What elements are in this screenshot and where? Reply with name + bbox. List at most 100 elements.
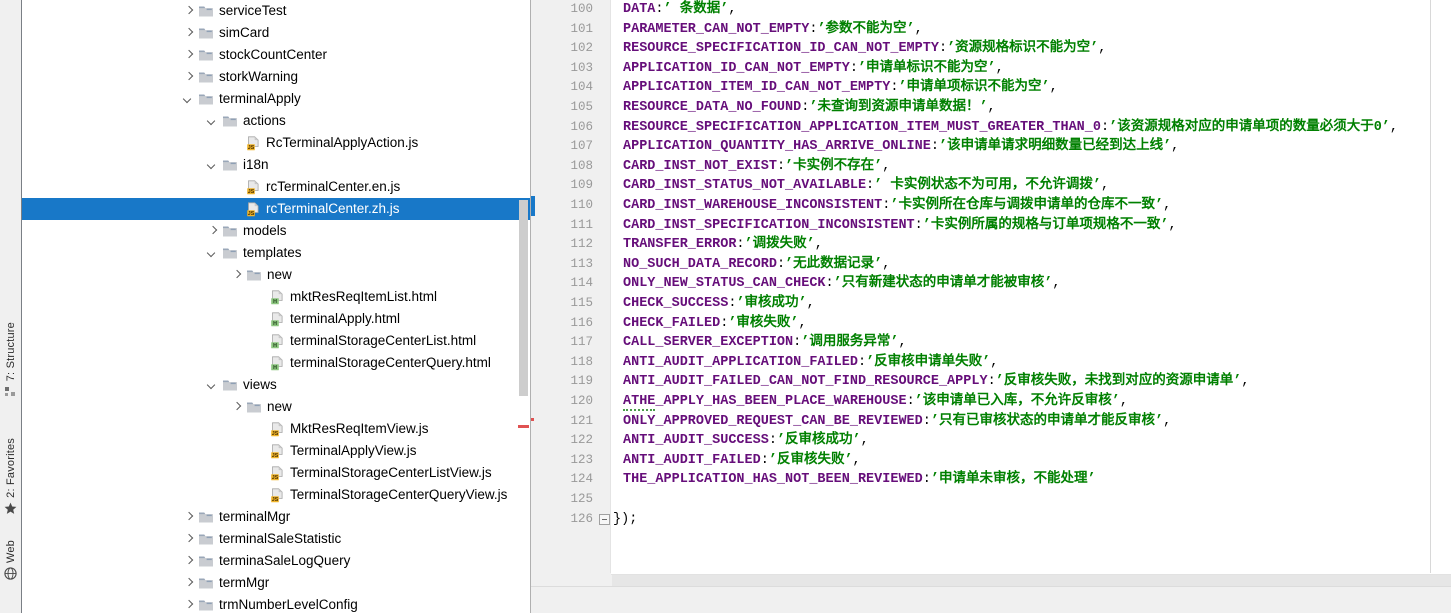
editor-line[interactable]: 102 RESOURCE_SPECIFICATION_ID_CAN_NOT_EMP…	[531, 39, 1451, 59]
line-number: 103	[570, 60, 593, 75]
chevron-down-icon[interactable]	[206, 114, 220, 128]
editor-line[interactable]: 100 DATA:’ 条数据’,	[531, 0, 1451, 20]
tree-row[interactable]: new	[22, 396, 531, 418]
line-number: 110	[570, 198, 593, 212]
tree-row[interactable]: templates	[22, 242, 531, 264]
tree-row[interactable]: storkWarning	[22, 66, 531, 88]
editor-line[interactable]: 108 CARD_INST_NOT_EXIST:’卡实例不存在’,	[531, 157, 1451, 177]
tree-row[interactable]: stockCountCenter	[22, 44, 531, 66]
editor-line[interactable]: 110 CARD_INST_WAREHOUSE_INCONSISTENT:’卡实例…	[531, 196, 1451, 216]
editor-line[interactable]: 123 ANTI_AUDIT_FAILED:’反审核失败’,	[531, 451, 1451, 471]
editor-line[interactable]: 101 PARAMETER_CAN_NOT_EMPTY:’参数不能为空’,	[531, 20, 1451, 40]
tree-row[interactable]: HterminalApply.html	[22, 308, 531, 330]
tree-row[interactable]: actions	[22, 110, 531, 132]
tree-row[interactable]: termMgr	[22, 572, 531, 594]
chevron-right-icon[interactable]	[182, 48, 196, 62]
chevron-right-icon[interactable]	[182, 532, 196, 546]
chevron-right-icon[interactable]	[182, 70, 196, 84]
tree-row-label: terminalMgr	[219, 509, 291, 524]
editor-line[interactable]: 120 ATHE_APPLY_HAS_BEEN_PLACE_WAREHOUSE:’…	[531, 392, 1451, 412]
editor-line[interactable]: 119 ANTI_AUDIT_FAILED_CAN_NOT_FIND_RESOUR…	[531, 372, 1451, 392]
chevron-down-icon[interactable]	[182, 92, 196, 106]
chevron-right-icon[interactable]	[182, 4, 196, 18]
editor-line[interactable]: 121 ONLY_APPROVED_REQUEST_CAN_BE_REVIEWED…	[531, 412, 1451, 432]
editor-line[interactable]: 115 CHECK_SUCCESS:’审核成功’,	[531, 294, 1451, 314]
svg-text:JS: JS	[248, 189, 255, 195]
chevron-down-icon[interactable]	[206, 246, 220, 260]
tree-row[interactable]: JS TerminalStorageCenterListView.js	[22, 462, 531, 484]
tree-row-icon: JS	[270, 465, 290, 481]
tree-row[interactable]: JS RcTerminalApplyAction.js	[22, 132, 531, 154]
tree-row[interactable]: terminalApply	[22, 88, 531, 110]
code-editor[interactable]: 100 DATA:’ 条数据’, 101 PARAMETER_CAN_NOT_EMPT…	[531, 0, 1451, 613]
tool-window-tab-7-structure[interactable]: 7: Structure	[0, 322, 21, 399]
line-code: NO_SUCH_DATA_RECORD:’无此数据记录’,	[623, 256, 891, 272]
editor-line[interactable]: 117 CALL_SERVER_EXCEPTION:’调用服务异常’,	[531, 333, 1451, 353]
tree-row-label: terminalSaleStatistic	[219, 531, 342, 546]
tree-row[interactable]: HterminalStorageCenterQuery.html	[22, 352, 531, 374]
chevron-right-icon[interactable]	[182, 598, 196, 612]
editor-line[interactable]: 118 ANTI_AUDIT_APPLICATION_FAILED:’反审核申请单…	[531, 353, 1451, 373]
editor-line[interactable]: 112 TRANSFER_ERROR:’调拨失败’,	[531, 235, 1451, 255]
folder-icon	[223, 116, 237, 127]
tool-window-tab-web[interactable]: Web	[0, 540, 21, 581]
editor-line[interactable]: 114 ONLY_NEW_STATUS_CAN_CHECK:’只有新建状态的申请单…	[531, 274, 1451, 294]
tree-row[interactable]: serviceTest	[22, 0, 531, 22]
left-tool-window-bar: 7: Structure 2: Favorites Web	[0, 0, 22, 613]
tree-row[interactable]: HterminalStorageCenterList.html	[22, 330, 531, 352]
tree-row-icon	[198, 510, 219, 524]
chevron-right-icon[interactable]	[182, 576, 196, 590]
tree-row[interactable]: i18n	[22, 154, 531, 176]
editor-line[interactable]: 104 APPLICATION_ITEM_ID_CAN_NOT_EMPTY:’申请…	[531, 78, 1451, 98]
tree-row[interactable]: HmktResReqItemList.html	[22, 286, 531, 308]
tree-row-icon	[222, 114, 243, 128]
editor-line[interactable]: 105 RESOURCE_DATA_NO_FOUND:’未查询到资源申请单数据！’…	[531, 98, 1451, 118]
editor-line[interactable]: 122 ANTI_AUDIT_SUCCESS:’反审核成功’,	[531, 431, 1451, 451]
tree-row-icon	[222, 224, 243, 238]
tool-window-tab-2-favorites[interactable]: 2: Favorites	[0, 438, 21, 516]
chevron-right-icon[interactable]	[230, 400, 244, 414]
tree-row[interactable]: JS MktResReqItemView.js	[22, 418, 531, 440]
chevron-down-icon[interactable]	[206, 378, 220, 392]
line-code: APPLICATION_ITEM_ID_CAN_NOT_EMPTY:’申请单项标…	[623, 80, 1058, 96]
tree-vertical-scrollbar[interactable]	[519, 200, 528, 396]
chevron-right-icon[interactable]	[182, 554, 196, 568]
tree-row[interactable]: terminalMgr	[22, 506, 531, 528]
tree-row[interactable]: trmNumberLevelConfig	[22, 594, 531, 613]
line-code: RESOURCE_SPECIFICATION_APPLICATION_ITEM_…	[623, 119, 1399, 135]
editor-line[interactable]: 125	[531, 490, 1451, 510]
tree-row[interactable]: terminaSaleLogQuery	[22, 550, 531, 572]
chevron-right-icon[interactable]	[230, 268, 244, 282]
tree-row[interactable]: JS TerminalApplyView.js	[22, 440, 531, 462]
editor-line[interactable]: 113 NO_SUCH_DATA_RECORD:’无此数据记录’,	[531, 255, 1451, 275]
editor-hscroll-thumb[interactable]	[612, 575, 1451, 586]
editor-line[interactable]: 106 RESOURCE_SPECIFICATION_APPLICATION_IT…	[531, 118, 1451, 138]
tree-row-selected[interactable]: JS rcTerminalCenter.zh.js	[22, 198, 531, 220]
line-code: PARAMETER_CAN_NOT_EMPTY:’参数不能为空’,	[623, 21, 923, 37]
chevron-right-icon[interactable]	[182, 26, 196, 40]
tree-row-label: stockCountCenter	[219, 47, 328, 62]
tree-row[interactable]: new	[22, 264, 531, 286]
editor-line[interactable]: 107 APPLICATION_QUANTITY_HAS_ARRIVE_ONLIN…	[531, 137, 1451, 157]
editor-line[interactable]: 103 APPLICATION_ID_CAN_NOT_EMPTY:’申请单标识不能…	[531, 59, 1451, 79]
chevron-down-icon[interactable]	[206, 158, 220, 172]
svg-text:H: H	[273, 299, 277, 305]
tree-row[interactable]: views	[22, 374, 531, 396]
code-fold-icon[interactable]	[599, 513, 610, 525]
project-tree-pane[interactable]: serviceTest simCard stockCountCenter storkW…	[22, 0, 531, 613]
tree-no-arrow	[254, 488, 268, 502]
line-code: RESOURCE_SPECIFICATION_ID_CAN_NOT_EMPTY:…	[623, 41, 1107, 57]
editor-line[interactable]: 124 THE_APPLICATION_HAS_NOT_BEEN_REVIEWED…	[531, 470, 1451, 490]
tree-row[interactable]: JS rcTerminalCenter.en.js	[22, 176, 531, 198]
editor-line[interactable]: 126});	[531, 510, 1451, 530]
editor-line[interactable]: 111 CARD_INST_SPECIFICATION_INCONSISTENT:…	[531, 216, 1451, 236]
editor-line[interactable]: 109 CARD_INST_STATUS_NOT_AVAILABLE:’ 卡实例状…	[531, 176, 1451, 196]
editor-line[interactable]: 116 CHECK_FAILED:’审核失败’,	[531, 314, 1451, 334]
chevron-right-icon[interactable]	[182, 510, 196, 524]
tree-row[interactable]: terminalSaleStatistic	[22, 528, 531, 550]
tree-row[interactable]: JS TerminalStorageCenterQueryView.js	[22, 484, 531, 506]
tree-row-label: actions	[243, 113, 286, 128]
tree-row[interactable]: simCard	[22, 22, 531, 44]
chevron-right-icon[interactable]	[206, 224, 220, 238]
tree-row[interactable]: models	[22, 220, 531, 242]
